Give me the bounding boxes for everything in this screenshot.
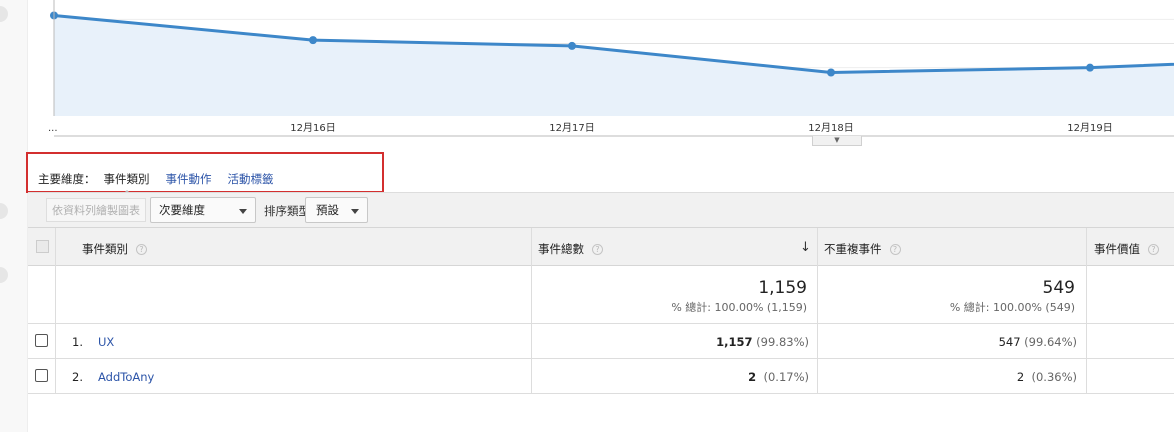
row-checkbox[interactable] xyxy=(35,369,48,382)
help-icon[interactable]: ? xyxy=(889,244,901,255)
row-unique-pct: (0.36%) xyxy=(1031,370,1077,384)
help-icon[interactable]: ? xyxy=(136,244,147,255)
table-row: 2. AddToAny 2 (0.17%) 2 (0.36%) xyxy=(28,359,1174,394)
row-index: 1. xyxy=(72,335,83,349)
header-event-category-label: 事件類別 xyxy=(82,242,128,256)
header-total-events-label: 事件總數 xyxy=(538,242,584,256)
chart-svg: 200100...12月16日12月17日12月18日12月19日 xyxy=(48,0,1174,137)
x-tick-label: 12月18日 xyxy=(808,122,853,134)
secondary-dimension-label: 次要維度 xyxy=(159,203,205,217)
sort-type-dropdown[interactable]: 預設 xyxy=(305,197,368,223)
data-point xyxy=(827,68,835,77)
chevron-down-icon: ▼ xyxy=(834,136,840,144)
row-index: 2. xyxy=(72,370,83,384)
header-total-events[interactable]: 事件總數? xyxy=(538,241,603,257)
gutter-marker xyxy=(0,203,8,219)
data-point xyxy=(1086,63,1094,72)
column-divider xyxy=(531,228,532,394)
row-unique-value: 2 xyxy=(1016,370,1025,384)
header-unique-events-label: 不重複事件 xyxy=(824,242,882,256)
data-point xyxy=(568,41,576,50)
plot-rows-button: 依資料列繪製圖表 xyxy=(46,198,146,222)
row-unique-events: 547 (99.64%) xyxy=(999,335,1077,349)
help-icon[interactable]: ? xyxy=(592,244,603,255)
totals-row: 1,159 % 總計: 100.00% (1,159) 549 % 總計: 10… xyxy=(28,266,1174,324)
row-category-link[interactable]: AddToAny xyxy=(98,370,154,384)
unique-events-sum: 549 xyxy=(1042,278,1075,298)
x-tick-label: 12月17日 xyxy=(549,122,594,134)
caret-down-icon xyxy=(351,209,359,214)
unique-events-sum-pct: % 總計: 100.00% (549) xyxy=(949,301,1075,314)
row-checkbox[interactable] xyxy=(35,334,48,347)
sort-type-value: 預設 xyxy=(316,203,339,217)
secondary-dimension-dropdown[interactable]: 次要維度 xyxy=(150,197,256,223)
sort-descending-icon[interactable]: ↓ xyxy=(800,240,811,255)
row-total-pct: (0.17%) xyxy=(763,370,809,384)
header-event-value-label: 事件價值 xyxy=(1094,242,1140,256)
chart-collapse-handle[interactable]: ▼ xyxy=(812,136,862,146)
primary-dimension-event-action[interactable]: 事件動作 xyxy=(166,171,212,187)
left-gutter xyxy=(0,0,28,432)
row-total-value: 1,157 xyxy=(716,335,753,349)
row-total-value: 2 xyxy=(748,370,757,384)
column-divider xyxy=(1086,228,1087,394)
total-events-sum-pct: % 總計: 100.00% (1,159) xyxy=(671,301,807,314)
data-point xyxy=(309,36,317,45)
header-event-value[interactable]: 事件價值? xyxy=(1094,241,1159,257)
select-all-checkbox xyxy=(36,240,49,253)
primary-dimension-label: 主要維度： xyxy=(38,172,96,186)
primary-dimension-current: 事件類別 xyxy=(103,172,150,194)
column-divider xyxy=(55,228,56,324)
trend-chart: 200100...12月16日12月17日12月18日12月19日 ▼ xyxy=(28,0,1174,150)
x-tick-label: 12月16日 xyxy=(290,122,335,134)
row-category-link[interactable]: UX xyxy=(98,335,114,349)
header-event-category[interactable]: 事件類別? xyxy=(82,241,147,257)
x-tick-label: ... xyxy=(48,123,58,134)
total-events-sum: 1,159 xyxy=(758,278,807,298)
row-unique-events: 2 (0.36%) xyxy=(1017,370,1077,384)
column-divider xyxy=(817,228,818,394)
row-total-events: 2 (0.17%) xyxy=(748,370,809,384)
primary-dimension-panel: 主要維度： 事件類別 事件動作 活動標籤 xyxy=(26,152,384,194)
gutter-marker xyxy=(0,6,8,22)
row-unique-value: 547 xyxy=(998,335,1021,349)
help-icon[interactable]: ? xyxy=(1148,244,1159,255)
row-total-events: 1,157 (99.83%) xyxy=(716,335,809,349)
x-tick-label: 12月19日 xyxy=(1067,122,1112,134)
table-row: 1. UX 1,157 (99.83%) 547 (99.64%) xyxy=(28,324,1174,359)
column-divider xyxy=(55,324,56,394)
header-unique-events[interactable]: 不重複事件? xyxy=(824,241,901,257)
primary-dimension-event-label[interactable]: 活動標籤 xyxy=(228,171,274,187)
row-unique-pct: (99.64%) xyxy=(1024,335,1077,349)
row-total-pct: (99.83%) xyxy=(756,335,809,349)
table-header: 事件類別? 事件總數? ↓ 不重複事件? 事件價值? xyxy=(28,228,1174,266)
caret-down-icon xyxy=(239,209,247,214)
table-toolbar: 依資料列繪製圖表 次要維度 排序類型： 預設 xyxy=(28,192,1174,228)
gutter-marker xyxy=(0,267,8,283)
